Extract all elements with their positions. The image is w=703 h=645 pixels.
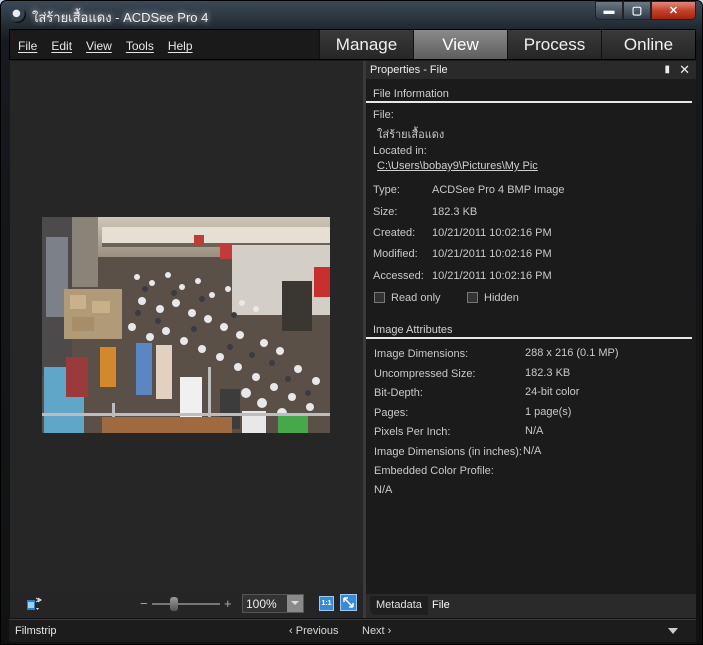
file-name-value: ใส่ร้ายเสื้อแดง [377, 129, 445, 141]
modified-label: Modified: [373, 248, 418, 260]
tab-file[interactable]: File [426, 596, 456, 615]
menu-bar: File Edit View Tools Help Manage View Pr… [9, 29, 696, 60]
fit-to-window-button[interactable] [340, 594, 357, 611]
created-label: Created: [373, 227, 416, 239]
chevron-left-icon: ‹ [289, 625, 296, 637]
attr-value: 1 page(s) [525, 406, 572, 418]
tab-metadata[interactable]: Metadata [370, 596, 428, 615]
chevron-right-icon: › [384, 625, 392, 637]
properties-header: Properties - File ▮ ✕ [366, 61, 696, 79]
zoom-level-combobox[interactable]: 100% [242, 594, 304, 613]
file-information-section: File Information [366, 87, 692, 103]
attr-label: Uncompressed Size: [374, 368, 476, 380]
zoom-in-button[interactable]: + [224, 596, 232, 611]
view-options-icon[interactable] [26, 596, 42, 612]
mode-tab-process[interactable]: Process [507, 30, 601, 59]
attr-label: Image Dimensions (in inches): [374, 446, 522, 458]
window-controls: ▬ ▢ ✕ [595, 1, 696, 20]
attr-value: N/A [525, 425, 544, 437]
acdsee-app-icon[interactable] [10, 7, 26, 23]
menu-edit[interactable]: Edit [51, 39, 72, 53]
attr-value: 24-bit color [525, 386, 580, 398]
accessed-value: 10/21/2011 10:02:16 PM [432, 270, 552, 282]
displayed-photo[interactable] [42, 217, 330, 433]
maximize-button[interactable]: ▢ [623, 1, 651, 20]
properties-title: Properties - File [370, 64, 448, 76]
mode-tab-view[interactable]: View [413, 30, 507, 59]
hidden-checkbox[interactable] [467, 292, 478, 303]
attr-label: Pages: [374, 407, 409, 419]
read-only-checkbox[interactable] [374, 292, 385, 303]
attr-label: Image Dimensions: [374, 348, 469, 360]
pin-icon[interactable]: ▮ [664, 64, 670, 75]
located-in-link[interactable]: C:\Users\bobay9\Pictures\My Pic [377, 160, 538, 172]
file-information-heading: File Information [373, 88, 449, 100]
type-label: Type: [373, 184, 400, 196]
attr-value: 182.3 KB [525, 367, 571, 379]
properties-tabs: Metadata File [366, 594, 696, 618]
menu-help[interactable]: Help [168, 39, 193, 53]
type-value: ACDSee Pro 4 BMP Image [432, 184, 565, 196]
image-attributes-section: Image Attributes [366, 323, 692, 339]
actual-size-button[interactable]: 1:1 [319, 596, 334, 611]
filmstrip-bar: Filmstrip ‹ Previous Next › [9, 619, 696, 642]
main-menu: File Edit View Tools Help [18, 39, 193, 53]
attr-label: Pixels Per Inch: [374, 426, 451, 438]
menu-view[interactable]: View [86, 39, 112, 53]
zoom-level-value[interactable]: 100% [246, 597, 277, 611]
attr-value: N/A [523, 445, 542, 457]
created-value: 10/21/2011 10:02:16 PM [432, 227, 552, 239]
mode-tab-online[interactable]: Online [601, 30, 695, 59]
mode-tab-manage[interactable]: Manage [319, 30, 413, 59]
previous-label: Previous [295, 625, 339, 637]
located-in-label: Located in: [373, 145, 427, 157]
image-attributes-heading: Image Attributes [373, 324, 453, 336]
color-profile-value: N/A [374, 484, 393, 496]
size-label: Size: [373, 206, 398, 218]
size-value: 182.3 KB [432, 206, 478, 218]
accessed-label: Accessed: [373, 270, 424, 282]
app-window: ใส่ร้ายเสื้อแดง - ACDSee Pro 4 ▬ ▢ ✕ Fil… [0, 0, 703, 645]
zoom-dropdown-icon[interactable] [287, 595, 303, 612]
next-label: Next [362, 625, 385, 637]
minimize-button[interactable]: ▬ [595, 1, 623, 20]
previous-button[interactable]: ‹ Previous [289, 625, 339, 637]
mode-tabs: Manage View Process Online [319, 30, 695, 59]
close-window-button[interactable]: ✕ [651, 1, 696, 20]
color-profile-label: Embedded Color Profile: [374, 465, 494, 477]
expand-filmstrip-icon[interactable] [668, 628, 678, 639]
close-icon[interactable]: ✕ [679, 62, 690, 78]
modified-value: 10/21/2011 10:02:16 PM [432, 248, 552, 260]
read-only-label: Read only [391, 292, 441, 304]
next-button[interactable]: Next › [362, 625, 391, 637]
zoom-slider-thumb[interactable] [170, 597, 178, 611]
fit-arrows-icon [343, 597, 354, 608]
menu-file[interactable]: File [18, 39, 37, 53]
viewer-toolbar: − + 100% 1:1 [10, 591, 363, 618]
image-viewer[interactable] [10, 61, 363, 591]
filmstrip-label[interactable]: Filmstrip [15, 625, 57, 637]
properties-pane: Properties - File ▮ ✕ File Information F… [366, 61, 696, 618]
attr-label: Bit-Depth: [374, 387, 423, 399]
file-label: File: [373, 109, 394, 121]
title-bar: ใส่ร้ายเสื้อแดง - ACDSee Pro 4 ▬ ▢ ✕ [1, 1, 703, 29]
hidden-label: Hidden [484, 292, 519, 304]
menu-tools[interactable]: Tools [126, 39, 154, 53]
attr-value: 288 x 216 (0.1 MP) [525, 347, 619, 359]
zoom-slider-track[interactable] [152, 603, 220, 605]
zoom-out-button[interactable]: − [140, 596, 148, 611]
window-title: ใส่ร้ายเสื้อแดง - ACDSee Pro 4 [32, 10, 209, 25]
